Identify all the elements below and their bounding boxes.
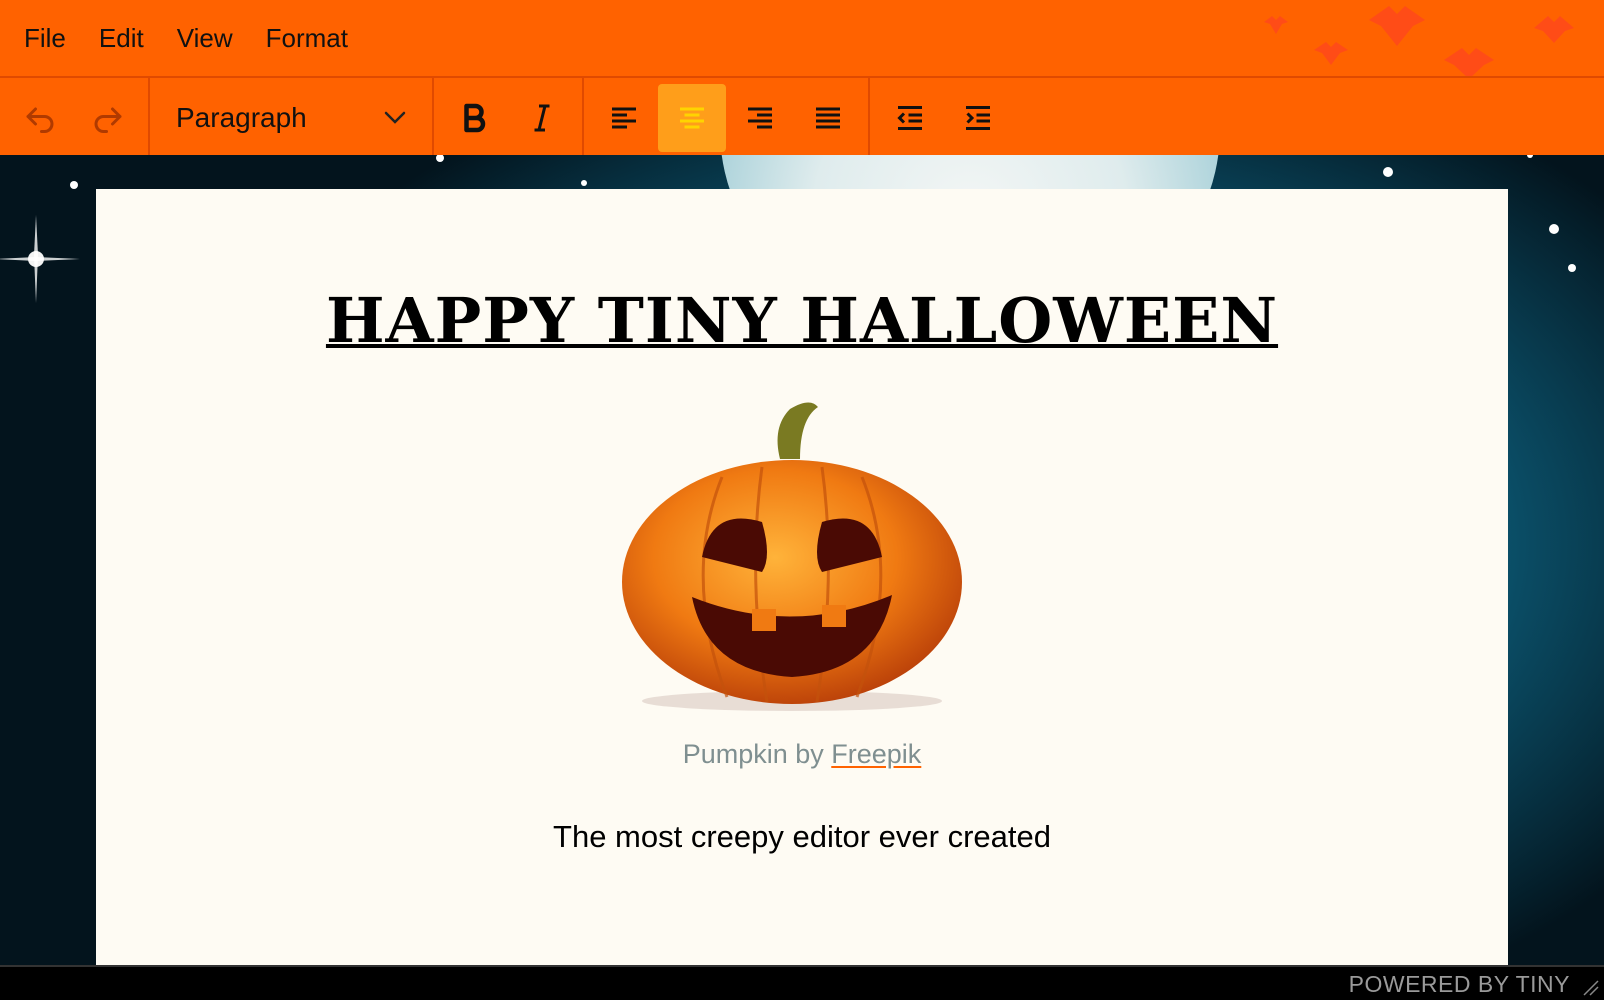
chevron-down-icon xyxy=(384,111,406,124)
align-left-icon xyxy=(612,107,636,128)
outdent-icon xyxy=(897,105,922,130)
redo-button[interactable] xyxy=(74,84,142,152)
menu-view[interactable]: View xyxy=(177,0,233,76)
caption-text: Pumpkin by xyxy=(682,739,832,769)
pumpkin-image xyxy=(622,402,962,711)
align-right-button[interactable] xyxy=(726,84,794,152)
bold-icon xyxy=(464,103,486,132)
block-format-select[interactable]: Paragraph xyxy=(156,84,426,152)
menu-items: File Edit View Format xyxy=(24,0,381,76)
blocks-group: Paragraph xyxy=(150,78,434,157)
italic-button[interactable] xyxy=(508,84,576,152)
block-format-label: Paragraph xyxy=(176,101,307,133)
format-group xyxy=(434,78,584,157)
bold-button[interactable] xyxy=(440,84,508,152)
menu-edit[interactable]: Edit xyxy=(99,0,144,76)
indent-icon xyxy=(966,105,990,130)
justify-button[interactable] xyxy=(794,84,862,152)
powered-by-link[interactable]: POWERED BY TINY xyxy=(1349,971,1570,998)
align-right-icon xyxy=(748,107,772,128)
document-heading: HAPPY TINY HALLOWEEN xyxy=(325,284,1279,357)
indent-group xyxy=(870,78,1018,157)
statusbar: POWERED BY TINY xyxy=(0,965,1604,1000)
align-center-button[interactable] xyxy=(658,83,726,152)
align-left-button[interactable] xyxy=(590,84,658,152)
menu-file[interactable]: File xyxy=(24,0,66,76)
bats-decoration xyxy=(1264,6,1574,76)
justify-icon xyxy=(816,107,840,128)
undo-icon xyxy=(26,107,54,133)
indent-button[interactable] xyxy=(944,84,1012,152)
freepik-link[interactable]: Freepik xyxy=(831,739,921,769)
toolbar: Paragraph xyxy=(0,76,1604,157)
italic-icon xyxy=(534,104,550,131)
editor-stage: HAPPY TINY HALLOWEEN Pumpkin by Freepik … xyxy=(0,155,1604,965)
align-center-icon xyxy=(680,107,704,128)
outdent-button[interactable] xyxy=(876,84,944,152)
menu-format[interactable]: Format xyxy=(266,0,348,76)
history-group xyxy=(0,78,150,157)
editor-document[interactable]: HAPPY TINY HALLOWEEN Pumpkin by Freepik … xyxy=(96,189,1508,965)
redo-icon xyxy=(94,107,122,133)
menubar: File Edit View Format xyxy=(0,0,1604,76)
resize-handle-icon[interactable] xyxy=(1580,977,1600,997)
align-group xyxy=(584,78,870,157)
image-caption: Pumpkin by Freepik xyxy=(96,739,1508,770)
undo-button[interactable] xyxy=(6,84,74,152)
tagline-text: The most creepy editor ever created xyxy=(553,819,1051,854)
